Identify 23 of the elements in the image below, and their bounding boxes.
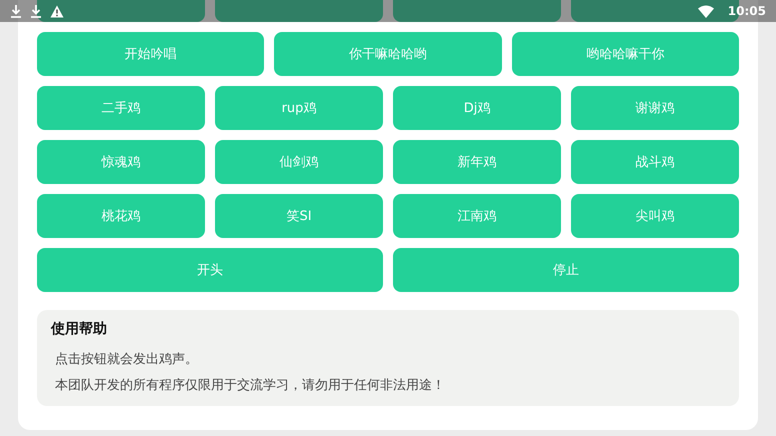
sound-button[interactable]: 尖叫鸡 (571, 194, 739, 238)
sound-button[interactable]: 江南鸡 (393, 194, 561, 238)
sound-button[interactable]: Dj鸡 (393, 86, 561, 130)
sound-button[interactable]: 开始吟唱 (37, 32, 264, 76)
help-text: 本团队开发的所有程序仅限用于交流学习，请勿用于任何非法用途！ (54, 377, 446, 394)
sound-button[interactable]: 笑SI (215, 194, 383, 238)
download-icon (30, 4, 42, 18)
sound-button[interactable]: 仙剑鸡 (215, 140, 383, 184)
sound-button[interactable]: 战斗鸡 (571, 140, 739, 184)
sound-button[interactable]: 你干嘛哈哈哟 (274, 32, 502, 76)
sound-button[interactable]: 惊魂鸡 (37, 140, 205, 184)
sound-button[interactable]: rup鸡 (215, 86, 383, 130)
sound-button[interactable]: 谢谢鸡 (571, 86, 739, 130)
sound-button[interactable]: 二手鸡 (37, 86, 205, 130)
wifi-icon (698, 4, 714, 18)
sound-button[interactable]: 停止 (393, 248, 739, 292)
help-title: 使用帮助 (51, 320, 108, 338)
sound-button[interactable]: 新年鸡 (393, 140, 561, 184)
warning-icon (50, 4, 64, 18)
sound-button[interactable]: 桃花鸡 (37, 194, 205, 238)
sound-button[interactable]: 哟哈哈嘛干你 (512, 32, 739, 76)
help-text: 点击按钮就会发出鸡声。 (54, 351, 199, 368)
sound-button[interactable]: 开头 (37, 248, 383, 292)
